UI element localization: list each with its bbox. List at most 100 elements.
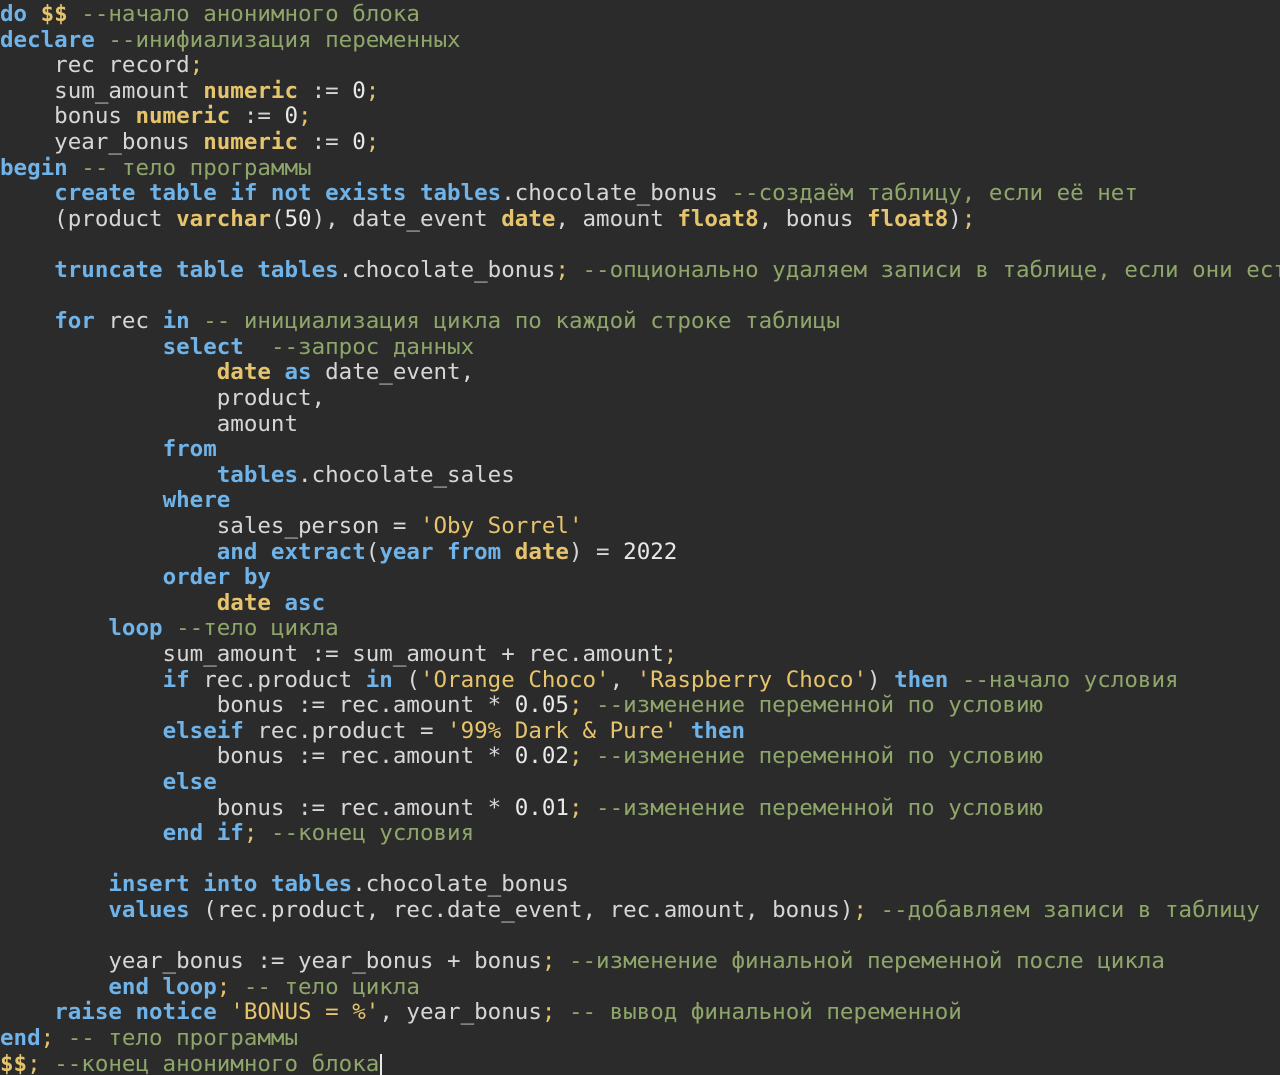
code-line[interactable]: tables.chocolate_sales (0, 461, 515, 489)
code-token: --опционально удаляем записи в таблице, … (582, 257, 1280, 283)
code-line[interactable]: end; -- тело программы (0, 1025, 299, 1052)
code-line[interactable]: year_bonus := year_bonus + bonus; --изме… (0, 948, 1165, 975)
code-token: asc (284, 589, 326, 616)
code-line[interactable]: from (0, 436, 217, 463)
code-line[interactable]: create table if not exists tables.chocol… (0, 180, 1138, 207)
code-line[interactable]: (product varchar(50), date_event date, a… (0, 205, 975, 233)
code-token: ; (216, 973, 231, 1000)
code-line[interactable]: declare --инифиализация переменных (0, 27, 461, 54)
code-token: in (365, 666, 393, 693)
code-token: from (162, 436, 217, 463)
code-line[interactable]: sum_amount numeric := 0; (0, 77, 380, 105)
code-token: if (162, 666, 190, 693)
code-line[interactable]: raise notice 'BONUS = %', year_bonus; --… (0, 1000, 962, 1026)
code-token: ; (365, 77, 380, 104)
code-line[interactable]: sum_amount := sum_amount + rec.amount; (0, 641, 678, 668)
code-token: as (284, 359, 312, 386)
code-line[interactable]: amount (0, 411, 298, 438)
code-line[interactable]: sales_person = 'Oby Sorrel' (0, 513, 583, 540)
code-token: product, (0, 385, 326, 411)
code-token: float8 (867, 205, 949, 232)
code-line[interactable]: bonus := rec.amount * 0.01; --изменение … (0, 794, 1043, 822)
code-token: select (162, 333, 244, 360)
code-token: float8 (677, 205, 759, 232)
code-token: numeric (135, 103, 231, 130)
code-line[interactable]: product, (0, 385, 326, 412)
code-line[interactable]: elseif rec.product = '99% Dark & Pure' t… (0, 718, 746, 745)
code-line[interactable]: begin -- тело программы (0, 154, 312, 182)
code-token: rec (94, 308, 163, 335)
code-line[interactable]: date as date_event, (0, 360, 474, 386)
code-token: year_bonus (0, 129, 204, 155)
code-token: year_bonus := year_bonus + bonus (0, 948, 542, 975)
code-token: 0.05 (514, 692, 569, 719)
code-editor[interactable]: do $$ --начало анонимного блока declare -… (0, 0, 1280, 1075)
code-token: ) (867, 666, 895, 693)
code-token: --изменение финальной переменной после ц… (568, 948, 1165, 975)
code-token: --изменение переменной по условию (596, 743, 1044, 770)
code-token: bonus := rec.amount * (0, 743, 515, 770)
code-line[interactable]: bonus := rec.amount * 0.05; --изменение … (0, 692, 1044, 719)
code-token: 0.01 (514, 794, 569, 821)
code-line[interactable]: loop --тело цикла (0, 615, 338, 642)
code-token: end loop (108, 973, 217, 1000)
code-line[interactable]: values (rec.product, rec.date_event, rec… (0, 897, 1259, 924)
code-line[interactable]: select --запрос данных (0, 333, 475, 361)
code-line[interactable]: insert into tables.chocolate_bonus (0, 872, 569, 898)
code-token: (rec.product, rec.date_event, rec.amount… (189, 897, 854, 923)
code-token: (product (0, 205, 177, 232)
code-token: date (216, 589, 271, 616)
code-token: then (894, 666, 949, 693)
code-line[interactable]: for rec in -- инициализация цикла по каж… (0, 308, 840, 335)
code-line[interactable]: date asc (0, 589, 326, 617)
code-token: sales_person = (0, 513, 420, 539)
code-token: --начало анонимного блока (81, 1, 420, 27)
code-line[interactable]: where (0, 488, 231, 514)
code-line[interactable]: $$; --конец анонимного блока (0, 1050, 379, 1075)
code-token: for (54, 308, 95, 335)
code-token: , amount (555, 205, 678, 232)
code-token: end (0, 1025, 41, 1051)
code-token: numeric (203, 129, 299, 155)
code-token: --запрос данных (270, 333, 475, 360)
code-token: raise notice (54, 999, 217, 1026)
code-line[interactable]: and extract(year from date) = 2022 (0, 539, 678, 566)
code-line[interactable]: else (0, 769, 217, 796)
code-token: $$ (0, 1050, 28, 1075)
code-token: .chocolate_bonus (501, 180, 732, 207)
code-token: ( (392, 666, 420, 693)
code-line[interactable]: do $$ --начало анонимного блока (0, 1, 420, 28)
code-token: , bonus (758, 205, 867, 232)
code-token: --изменение переменной по условию (596, 692, 1044, 719)
code-line[interactable]: end if; --конец условия (0, 820, 475, 847)
code-token: ; (568, 794, 583, 821)
code-line[interactable]: year_bonus numeric := 0; (0, 129, 379, 156)
code-line[interactable]: end loop; -- тело цикла (0, 973, 420, 1001)
code-line[interactable]: bonus numeric := 0; (0, 103, 311, 130)
code-line[interactable]: bonus := rec.amount * 0.02; --изменение … (0, 744, 1043, 770)
code-token: begin (0, 154, 68, 181)
code-line[interactable]: truncate table tables.chocolate_bonus; -… (0, 257, 1280, 284)
code-token: -- тело программы (67, 1025, 299, 1051)
code-token: rec.product (189, 666, 366, 693)
code-token: tables (216, 461, 299, 488)
code-token: loop (108, 615, 163, 642)
code-line[interactable]: order by (0, 564, 271, 591)
code-line[interactable]: if rec.product in ('Orange Choco', 'Rasp… (0, 666, 1179, 694)
code-line[interactable]: rec record; (0, 52, 203, 79)
code-token: 0 (352, 129, 366, 155)
code-token: ) (948, 205, 962, 232)
